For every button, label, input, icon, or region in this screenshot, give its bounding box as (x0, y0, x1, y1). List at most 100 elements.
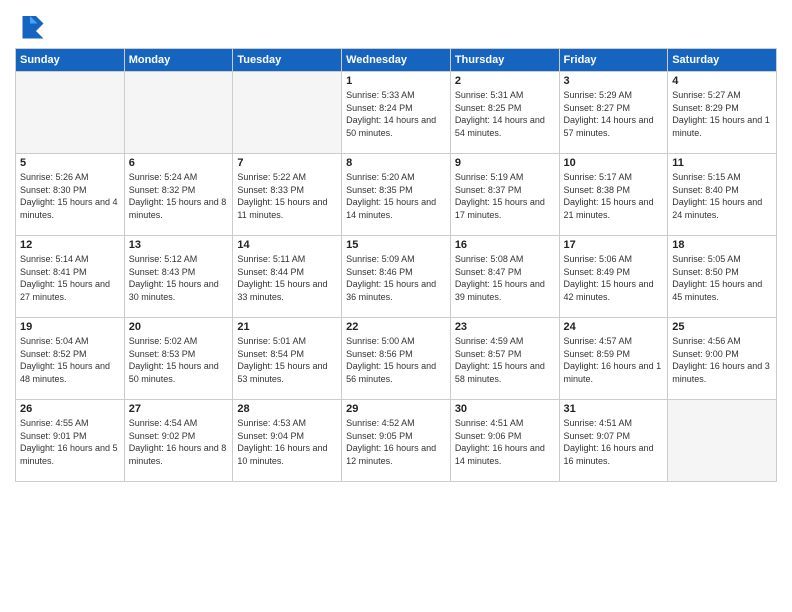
calendar-cell: 4 Sunrise: 5:27 AM Sunset: 8:29 PM Daylig… (668, 72, 777, 154)
day-info: Sunrise: 5:01 AM Sunset: 8:54 PM Dayligh… (237, 335, 337, 385)
day-info: Sunrise: 4:51 AM Sunset: 9:07 PM Dayligh… (564, 417, 664, 467)
calendar-cell: 2Sunrise: 5:31 AM Sunset: 8:25 PM Daylig… (450, 72, 559, 154)
day-number: 15 (346, 239, 446, 251)
day-info: Sunrise: 4:56 AM Sunset: 9:00 PM Dayligh… (672, 335, 772, 385)
logo (15, 10, 49, 40)
calendar-cell: 18 Sunrise: 5:05 AM Sunset: 8:50 PM Dayli… (668, 236, 777, 318)
day-number: 17 (564, 239, 664, 251)
weekday-header-sunday: Sunday (16, 49, 125, 72)
day-info: Sunrise: 4:52 AM Sunset: 9:05 PM Dayligh… (346, 417, 446, 467)
day-info: Sunrise: 5:33 AM Sunset: 8:24 PM Dayligh… (346, 89, 446, 139)
day-number: 3 (564, 75, 664, 87)
day-number: 9 (455, 157, 555, 169)
calendar-cell (124, 72, 233, 154)
day-info: Sunrise: 5:00 AM Sunset: 8:56 PM Dayligh… (346, 335, 446, 385)
day-info: Sunrise: 5:15 AM Sunset: 8:40 PM Dayligh… (672, 171, 772, 221)
calendar-cell: 20 Sunrise: 5:02 AM Sunset: 8:53 PM Dayli… (124, 318, 233, 400)
calendar-cell (16, 72, 125, 154)
calendar-cell: 19Sunrise: 5:04 AM Sunset: 8:52 PM Dayli… (16, 318, 125, 400)
weekday-header-thursday: Thursday (450, 49, 559, 72)
day-number: 16 (455, 239, 555, 251)
calendar-cell: 8 Sunrise: 5:20 AM Sunset: 8:35 PM Daylig… (342, 154, 451, 236)
calendar-cell: 21 Sunrise: 5:01 AM Sunset: 8:54 PM Dayli… (233, 318, 342, 400)
calendar-cell: 10 Sunrise: 5:17 AM Sunset: 8:38 PM Dayli… (559, 154, 668, 236)
day-number: 10 (564, 157, 664, 169)
day-number: 18 (672, 239, 772, 251)
day-number: 30 (455, 403, 555, 415)
day-number: 21 (237, 321, 337, 333)
weekday-header-tuesday: Tuesday (233, 49, 342, 72)
day-info: Sunrise: 5:14 AM Sunset: 8:41 PM Dayligh… (20, 253, 120, 303)
day-info: Sunrise: 4:59 AM Sunset: 8:57 PM Dayligh… (455, 335, 555, 385)
day-info: Sunrise: 4:54 AM Sunset: 9:02 PM Dayligh… (129, 417, 229, 467)
calendar-cell: 29Sunrise: 4:52 AM Sunset: 9:05 PM Dayli… (342, 400, 451, 482)
day-number: 25 (672, 321, 772, 333)
week-row-5: 26 Sunrise: 4:55 AM Sunset: 9:01 PM Dayli… (16, 400, 777, 482)
day-number: 6 (129, 157, 229, 169)
header (15, 10, 777, 40)
day-info: Sunrise: 5:08 AM Sunset: 8:47 PM Dayligh… (455, 253, 555, 303)
day-number: 8 (346, 157, 446, 169)
calendar-table: SundayMondayTuesdayWednesdayThursdayFrid… (15, 48, 777, 482)
day-number: 7 (237, 157, 337, 169)
day-number: 22 (346, 321, 446, 333)
day-info: Sunrise: 5:11 AM Sunset: 8:44 PM Dayligh… (237, 253, 337, 303)
day-number: 27 (129, 403, 229, 415)
day-info: Sunrise: 5:31 AM Sunset: 8:25 PM Dayligh… (455, 89, 555, 139)
calendar-cell: 24Sunrise: 4:57 AM Sunset: 8:59 PM Dayli… (559, 318, 668, 400)
day-number: 12 (20, 239, 120, 251)
day-number: 28 (237, 403, 337, 415)
day-info: Sunrise: 5:19 AM Sunset: 8:37 PM Dayligh… (455, 171, 555, 221)
calendar-cell: 11 Sunrise: 5:15 AM Sunset: 8:40 PM Dayli… (668, 154, 777, 236)
calendar-cell: 6 Sunrise: 5:24 AM Sunset: 8:32 PM Daylig… (124, 154, 233, 236)
day-number: 31 (564, 403, 664, 415)
day-info: Sunrise: 5:02 AM Sunset: 8:53 PM Dayligh… (129, 335, 229, 385)
calendar-cell: 25 Sunrise: 4:56 AM Sunset: 9:00 PM Dayli… (668, 318, 777, 400)
calendar-cell: 14 Sunrise: 5:11 AM Sunset: 8:44 PM Dayli… (233, 236, 342, 318)
calendar-cell: 27 Sunrise: 4:54 AM Sunset: 9:02 PM Dayli… (124, 400, 233, 482)
calendar-cell: 23Sunrise: 4:59 AM Sunset: 8:57 PM Dayli… (450, 318, 559, 400)
day-number: 13 (129, 239, 229, 251)
day-info: Sunrise: 5:06 AM Sunset: 8:49 PM Dayligh… (564, 253, 664, 303)
day-number: 5 (20, 157, 120, 169)
calendar-cell: 13 Sunrise: 5:12 AM Sunset: 8:43 PM Dayli… (124, 236, 233, 318)
calendar-cell: 1Sunrise: 5:33 AM Sunset: 8:24 PM Daylig… (342, 72, 451, 154)
day-number: 24 (564, 321, 664, 333)
calendar-cell: 22 Sunrise: 5:00 AM Sunset: 8:56 PM Dayli… (342, 318, 451, 400)
week-row-4: 19Sunrise: 5:04 AM Sunset: 8:52 PM Dayli… (16, 318, 777, 400)
day-number: 20 (129, 321, 229, 333)
calendar-cell: 3 Sunrise: 5:29 AM Sunset: 8:27 PM Daylig… (559, 72, 668, 154)
day-number: 26 (20, 403, 120, 415)
day-info: Sunrise: 5:29 AM Sunset: 8:27 PM Dayligh… (564, 89, 664, 139)
logo-icon (15, 10, 45, 40)
weekday-header-wednesday: Wednesday (342, 49, 451, 72)
week-row-1: 1Sunrise: 5:33 AM Sunset: 8:24 PM Daylig… (16, 72, 777, 154)
calendar-cell: 17 Sunrise: 5:06 AM Sunset: 8:49 PM Dayli… (559, 236, 668, 318)
week-row-3: 12 Sunrise: 5:14 AM Sunset: 8:41 PM Dayli… (16, 236, 777, 318)
day-number: 4 (672, 75, 772, 87)
day-info: Sunrise: 4:51 AM Sunset: 9:06 PM Dayligh… (455, 417, 555, 467)
calendar-cell: 30 Sunrise: 4:51 AM Sunset: 9:06 PM Dayli… (450, 400, 559, 482)
weekday-header-friday: Friday (559, 49, 668, 72)
day-info: Sunrise: 5:22 AM Sunset: 8:33 PM Dayligh… (237, 171, 337, 221)
calendar-cell: 31 Sunrise: 4:51 AM Sunset: 9:07 PM Dayli… (559, 400, 668, 482)
calendar-cell: 12 Sunrise: 5:14 AM Sunset: 8:41 PM Dayli… (16, 236, 125, 318)
weekday-header-monday: Monday (124, 49, 233, 72)
day-number: 11 (672, 157, 772, 169)
day-info: Sunrise: 4:55 AM Sunset: 9:01 PM Dayligh… (20, 417, 120, 467)
calendar-cell: 28 Sunrise: 4:53 AM Sunset: 9:04 PM Dayli… (233, 400, 342, 482)
day-info: Sunrise: 5:24 AM Sunset: 8:32 PM Dayligh… (129, 171, 229, 221)
day-info: Sunrise: 5:17 AM Sunset: 8:38 PM Dayligh… (564, 171, 664, 221)
day-info: Sunrise: 5:12 AM Sunset: 8:43 PM Dayligh… (129, 253, 229, 303)
day-info: Sunrise: 5:05 AM Sunset: 8:50 PM Dayligh… (672, 253, 772, 303)
day-info: Sunrise: 5:20 AM Sunset: 8:35 PM Dayligh… (346, 171, 446, 221)
weekday-header-row: SundayMondayTuesdayWednesdayThursdayFrid… (16, 49, 777, 72)
day-info: Sunrise: 4:53 AM Sunset: 9:04 PM Dayligh… (237, 417, 337, 467)
page: SundayMondayTuesdayWednesdayThursdayFrid… (0, 0, 792, 612)
day-info: Sunrise: 5:04 AM Sunset: 8:52 PM Dayligh… (20, 335, 120, 385)
day-info: Sunrise: 5:27 AM Sunset: 8:29 PM Dayligh… (672, 89, 772, 139)
week-row-2: 5Sunrise: 5:26 AM Sunset: 8:30 PM Daylig… (16, 154, 777, 236)
calendar-cell (233, 72, 342, 154)
day-number: 14 (237, 239, 337, 251)
calendar-cell: 16 Sunrise: 5:08 AM Sunset: 8:47 PM Dayli… (450, 236, 559, 318)
